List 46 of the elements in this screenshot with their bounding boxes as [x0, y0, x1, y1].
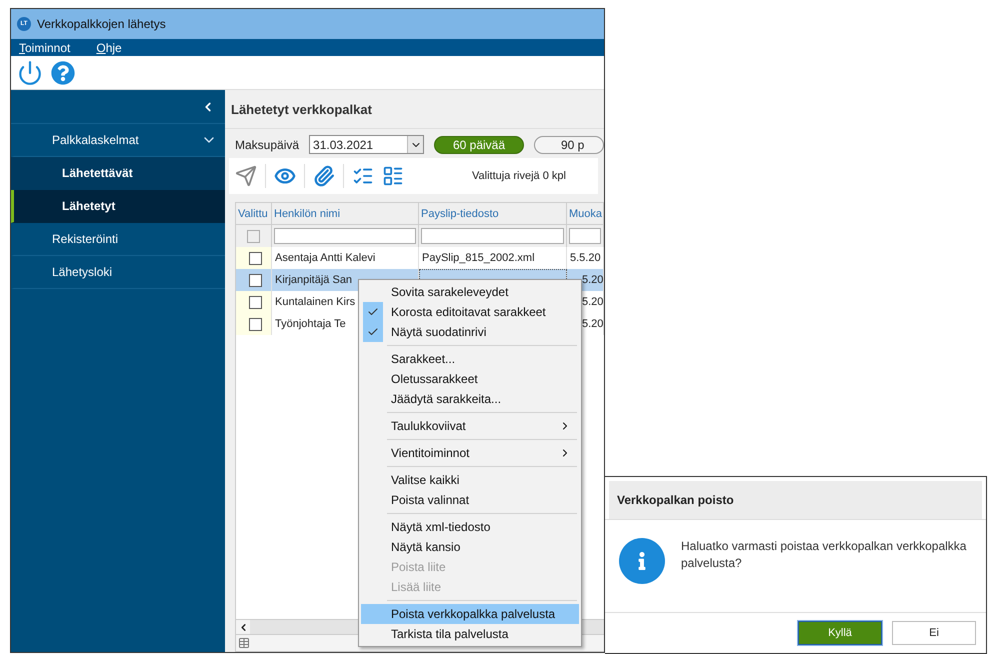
- menu-item[interactable]: Sarakkeet...: [361, 349, 579, 369]
- info-icon: [619, 538, 665, 584]
- panel-title: Lähetetyt verkkopalkat: [225, 90, 604, 129]
- dialog-title: Verkkopalkan poisto: [609, 481, 982, 519]
- send-icon[interactable]: [235, 165, 257, 187]
- date-label: Maksupäivä: [235, 138, 300, 152]
- menu-item[interactable]: Vientitoiminnot: [361, 443, 579, 463]
- column-header[interactable]: Valittu: [236, 203, 272, 225]
- filter-field[interactable]: [274, 228, 416, 244]
- menu-item[interactable]: Poista verkkopalkka palvelusta: [361, 604, 579, 624]
- menu-item[interactable]: Ohje: [96, 40, 122, 54]
- sidebar-item[interactable]: Lähetetyt: [11, 190, 225, 223]
- menu-item[interactable]: Tarkista tila palvelusta: [361, 624, 579, 644]
- table-cell: 5.5.20: [567, 247, 604, 269]
- row-checkbox[interactable]: [248, 318, 262, 330]
- menu-item[interactable]: Näytä kansio: [361, 537, 579, 557]
- dialog-message: Haluatko varmasti poistaa verkkopalkan verkkopalkka palvelusta?: [681, 538, 968, 572]
- paperclip-icon[interactable]: [313, 165, 335, 187]
- filter-field[interactable]: [569, 228, 601, 244]
- menu-item[interactable]: Toiminnot: [19, 40, 70, 54]
- range-button[interactable]: 90 p: [534, 136, 604, 154]
- menu-item[interactable]: Valitse kaikki: [361, 470, 579, 490]
- list-icon[interactable]: [382, 165, 404, 187]
- column-header[interactable]: Payslip-tiedosto: [419, 203, 567, 225]
- dialog-button[interactable]: Kyllä: [798, 621, 882, 645]
- table-cell: Asentaja Antti Kalevi: [272, 247, 419, 269]
- selection-count: Valittuja rivejä 0 kpl: [472, 170, 566, 182]
- menu-item[interactable]: Oletussarakkeet: [361, 369, 579, 389]
- range-button[interactable]: 60 päivää: [434, 136, 524, 154]
- help-icon[interactable]: [51, 60, 75, 84]
- sidebar-item[interactable]: Lähetettävät: [11, 157, 225, 190]
- table-icon[interactable]: [238, 637, 250, 649]
- menu-item[interactable]: Taulukkoviivat: [361, 416, 579, 436]
- column-header[interactable]: Henkilön nimi: [272, 203, 419, 225]
- column-header[interactable]: Muoka: [567, 203, 604, 225]
- menu-item[interactable]: Näytä xml-tiedosto: [361, 517, 579, 537]
- power-icon[interactable]: [17, 60, 43, 86]
- menu-item[interactable]: Poista valinnat: [361, 490, 579, 510]
- row-checkbox[interactable]: [248, 296, 262, 308]
- dialog-button[interactable]: Ei: [892, 621, 976, 645]
- window-title: Verkkopalkkojen lähetys: [37, 17, 166, 31]
- menu-item[interactable]: Jäädytä sarakkeita...: [361, 389, 579, 409]
- row-checkbox[interactable]: [248, 274, 262, 286]
- filter-field[interactable]: [421, 228, 564, 244]
- date-field[interactable]: 31.03.2021: [309, 135, 424, 154]
- row-checkbox[interactable]: [248, 252, 262, 264]
